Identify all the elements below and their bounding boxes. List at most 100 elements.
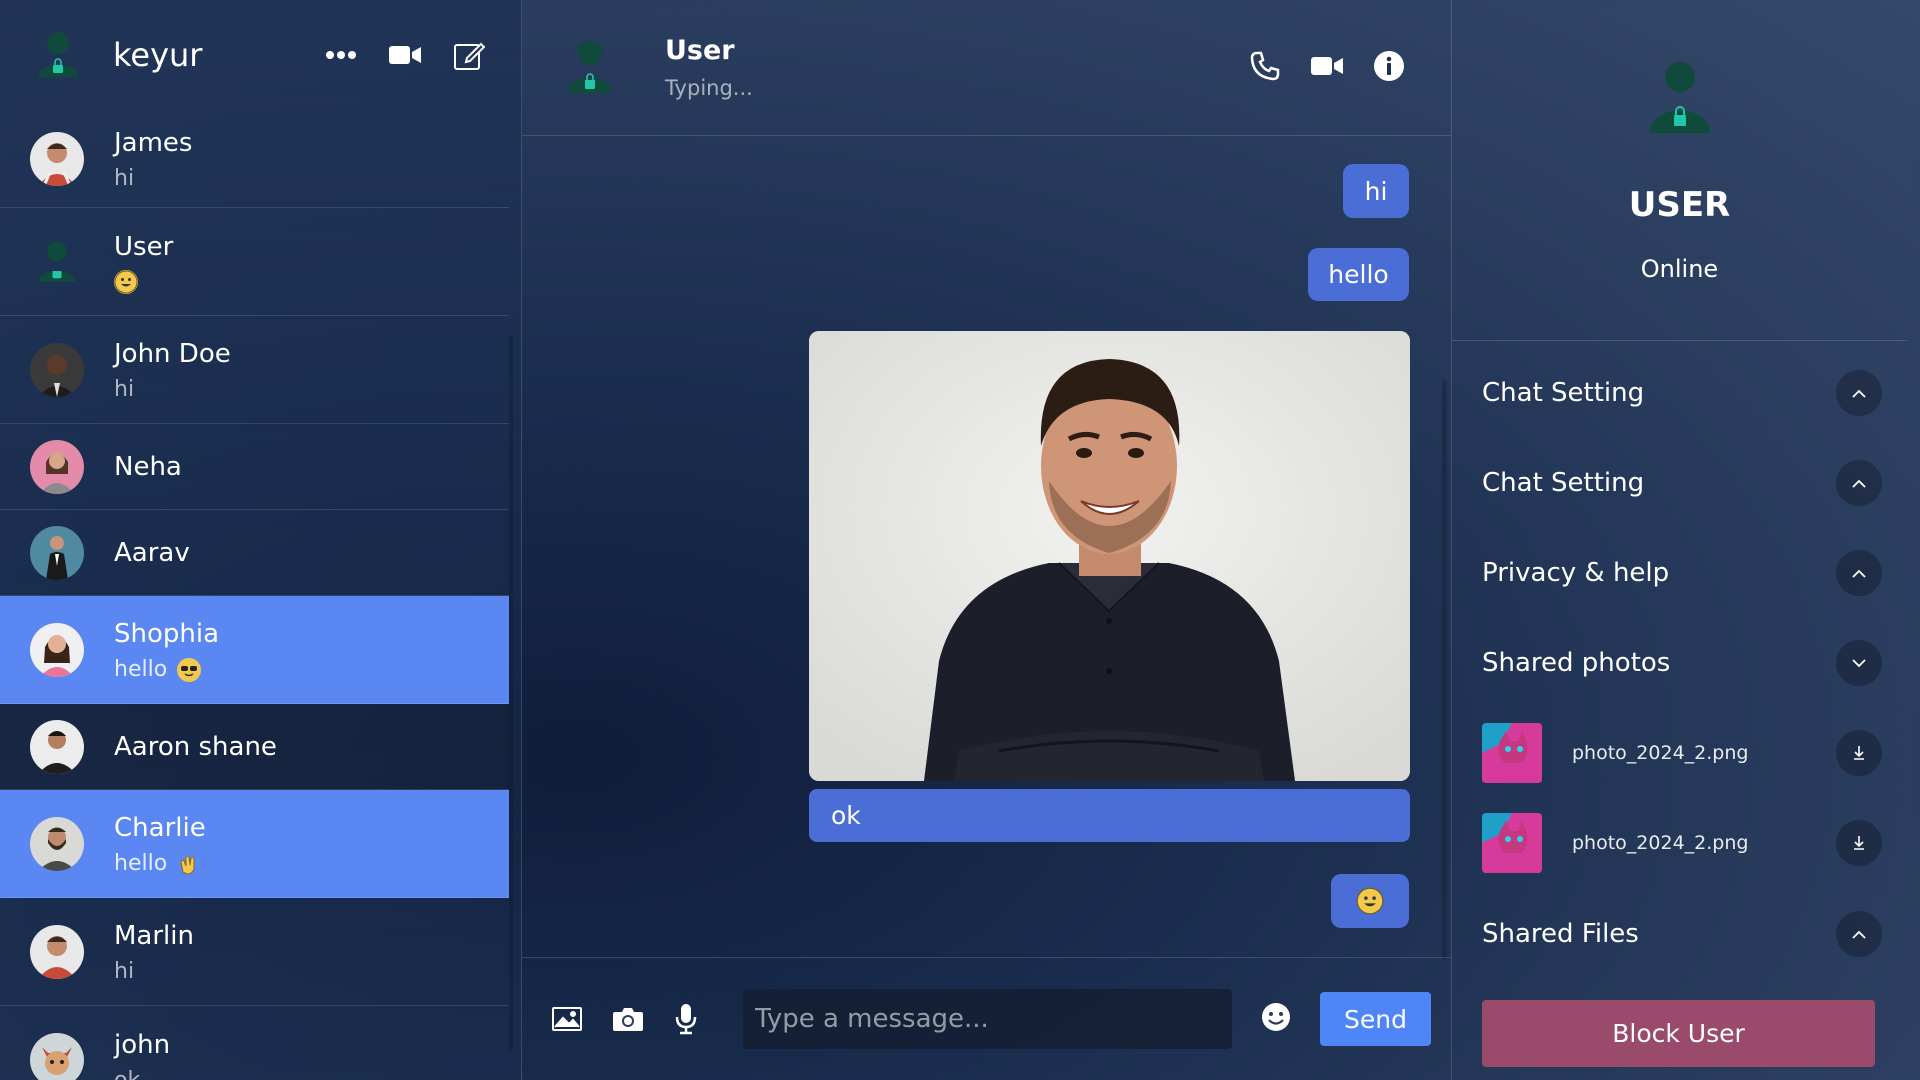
section-title: Shared photos xyxy=(1482,648,1671,678)
chat-header: User Typing... xyxy=(522,0,1451,136)
contact-item-aarav[interactable]: Aarav xyxy=(0,510,509,596)
contact-name: James xyxy=(114,128,193,158)
sidebar-scrollbar[interactable] xyxy=(509,335,513,1050)
phone-icon[interactable] xyxy=(1249,50,1281,86)
sidebar: keyur James hi User John Doe hi Neha Aar… xyxy=(0,0,522,1080)
more-options-icon[interactable] xyxy=(325,50,357,60)
privacy-help-section[interactable]: Privacy & help xyxy=(1452,528,1907,618)
photo-caption: ok xyxy=(809,789,1410,842)
avatar xyxy=(30,342,84,397)
chat-setting-section[interactable]: Chat Setting xyxy=(1452,348,1907,438)
profile-status: Online xyxy=(1640,255,1719,283)
photo-filename: photo_2024_2.png xyxy=(1572,742,1749,764)
section-title: Chat Setting xyxy=(1482,468,1645,498)
chat-app: keyur James hi User John Doe hi Neha Aar… xyxy=(0,0,1920,1080)
avatar xyxy=(30,924,84,979)
message-list: hi hello ok xyxy=(522,137,1451,957)
contact-last-message: ok xyxy=(114,1067,141,1080)
message-bubble-emoji[interactable] xyxy=(1331,874,1409,928)
user-lock-icon[interactable] xyxy=(28,25,88,85)
video-call-icon[interactable] xyxy=(389,44,421,66)
profile-header: USER Online xyxy=(1452,0,1907,341)
typing-status: Typing... xyxy=(665,76,753,100)
user-lock-icon xyxy=(30,235,84,289)
contact-name: Aaron shane xyxy=(114,731,277,762)
avatar xyxy=(30,525,84,580)
photo-filename: photo_2024_2.png xyxy=(1572,832,1749,854)
photo-message[interactable] xyxy=(809,331,1410,781)
user-lock-icon[interactable] xyxy=(560,33,620,103)
message-composer: Send xyxy=(522,957,1451,1080)
contact-item-charlie[interactable]: Charlie hello xyxy=(0,790,509,898)
chat-panel: User Typing... hi hello ok Type a messag… xyxy=(522,0,1452,1080)
chat-contact-name: User xyxy=(665,35,735,66)
contact-list: James hi User John Doe hi Neha Aarav Sho… xyxy=(0,110,521,1080)
contact-name: Marlin xyxy=(114,921,194,951)
contact-last-message: hi xyxy=(114,959,135,984)
contact-name: Charlie xyxy=(114,813,206,843)
section-title: Shared Files xyxy=(1482,919,1639,949)
section-title: Chat Setting xyxy=(1482,378,1645,408)
chevron-up-icon[interactable] xyxy=(1836,911,1882,957)
contact-item-neha[interactable]: Neha xyxy=(0,424,509,510)
camera-icon[interactable] xyxy=(612,1006,644,1032)
video-call-icon[interactable] xyxy=(1311,55,1343,81)
contact-item-james[interactable]: James hi xyxy=(0,110,509,208)
chat-scrollbar[interactable] xyxy=(1442,380,1447,960)
contact-last-message: hello xyxy=(114,657,168,682)
download-icon[interactable] xyxy=(1836,820,1882,866)
send-button[interactable]: Send xyxy=(1320,992,1431,1046)
contact-last-message: hello xyxy=(114,851,168,876)
avatar xyxy=(30,622,84,677)
chat-setting-section[interactable]: Chat Setting xyxy=(1452,438,1907,528)
download-icon[interactable] xyxy=(1836,730,1882,776)
contact-item-john-doe[interactable]: John Doe hi xyxy=(0,316,509,424)
chevron-up-icon[interactable] xyxy=(1836,460,1882,506)
current-user-name: keyur xyxy=(113,36,203,74)
contact-item-shophia[interactable]: Shophia hello xyxy=(0,596,509,704)
block-user-button[interactable]: Block User xyxy=(1482,1000,1875,1067)
shared-photos-section[interactable]: Shared photos xyxy=(1452,618,1907,708)
clapping-hands-emoji-icon xyxy=(177,852,201,876)
user-lock-icon xyxy=(1645,55,1715,145)
chevron-up-icon[interactable] xyxy=(1836,370,1882,416)
contact-name: Aarav xyxy=(114,537,190,568)
contact-name: John Doe xyxy=(114,339,231,369)
avatar xyxy=(30,131,84,186)
contact-last-message: hi xyxy=(114,377,135,402)
avatar xyxy=(30,719,84,774)
contact-item-user[interactable]: User xyxy=(0,208,509,316)
compose-icon[interactable] xyxy=(453,39,485,71)
message-bubble-outgoing[interactable]: hello xyxy=(1308,248,1409,301)
contact-last-message: hi xyxy=(114,166,135,191)
chevron-up-icon[interactable] xyxy=(1836,550,1882,596)
image-icon[interactable] xyxy=(552,1007,582,1031)
avatar xyxy=(30,439,84,494)
avatar xyxy=(30,1033,84,1080)
chevron-down-icon[interactable] xyxy=(1836,640,1882,686)
contact-item-marlin[interactable]: Marlin hi xyxy=(0,898,509,1006)
contact-item-john[interactable]: john ok xyxy=(0,1006,509,1080)
contact-name: Shophia xyxy=(114,619,220,649)
contact-item-aaron-shane[interactable]: Aaron shane xyxy=(0,704,509,790)
emoji-picker-icon[interactable] xyxy=(1260,1001,1292,1037)
contact-name: User xyxy=(114,231,174,262)
shared-photo-item[interactable]: photo_2024_2.png xyxy=(1452,798,1907,888)
contact-name: Neha xyxy=(114,451,182,482)
avatar xyxy=(30,816,84,871)
contact-name: john xyxy=(114,1029,171,1060)
sidebar-header: keyur xyxy=(0,0,521,110)
grinning-emoji-icon xyxy=(114,269,138,294)
info-icon[interactable] xyxy=(1373,50,1405,86)
microphone-icon[interactable] xyxy=(674,1003,698,1035)
contact-info-panel: USER Online Chat Setting Chat Setting Pr… xyxy=(1452,0,1920,1080)
section-title: Privacy & help xyxy=(1482,558,1670,588)
message-input[interactable] xyxy=(743,989,1232,1049)
shared-files-section[interactable]: Shared Files xyxy=(1452,889,1907,979)
shared-photo-item[interactable]: photo_2024_2.png xyxy=(1452,708,1907,798)
message-bubble-outgoing[interactable]: hi xyxy=(1343,164,1409,218)
grinning-emoji-icon xyxy=(1356,887,1384,915)
photo-thumbnail xyxy=(1482,723,1542,783)
sunglasses-emoji-icon xyxy=(177,657,202,682)
photo-thumbnail xyxy=(1482,813,1542,873)
